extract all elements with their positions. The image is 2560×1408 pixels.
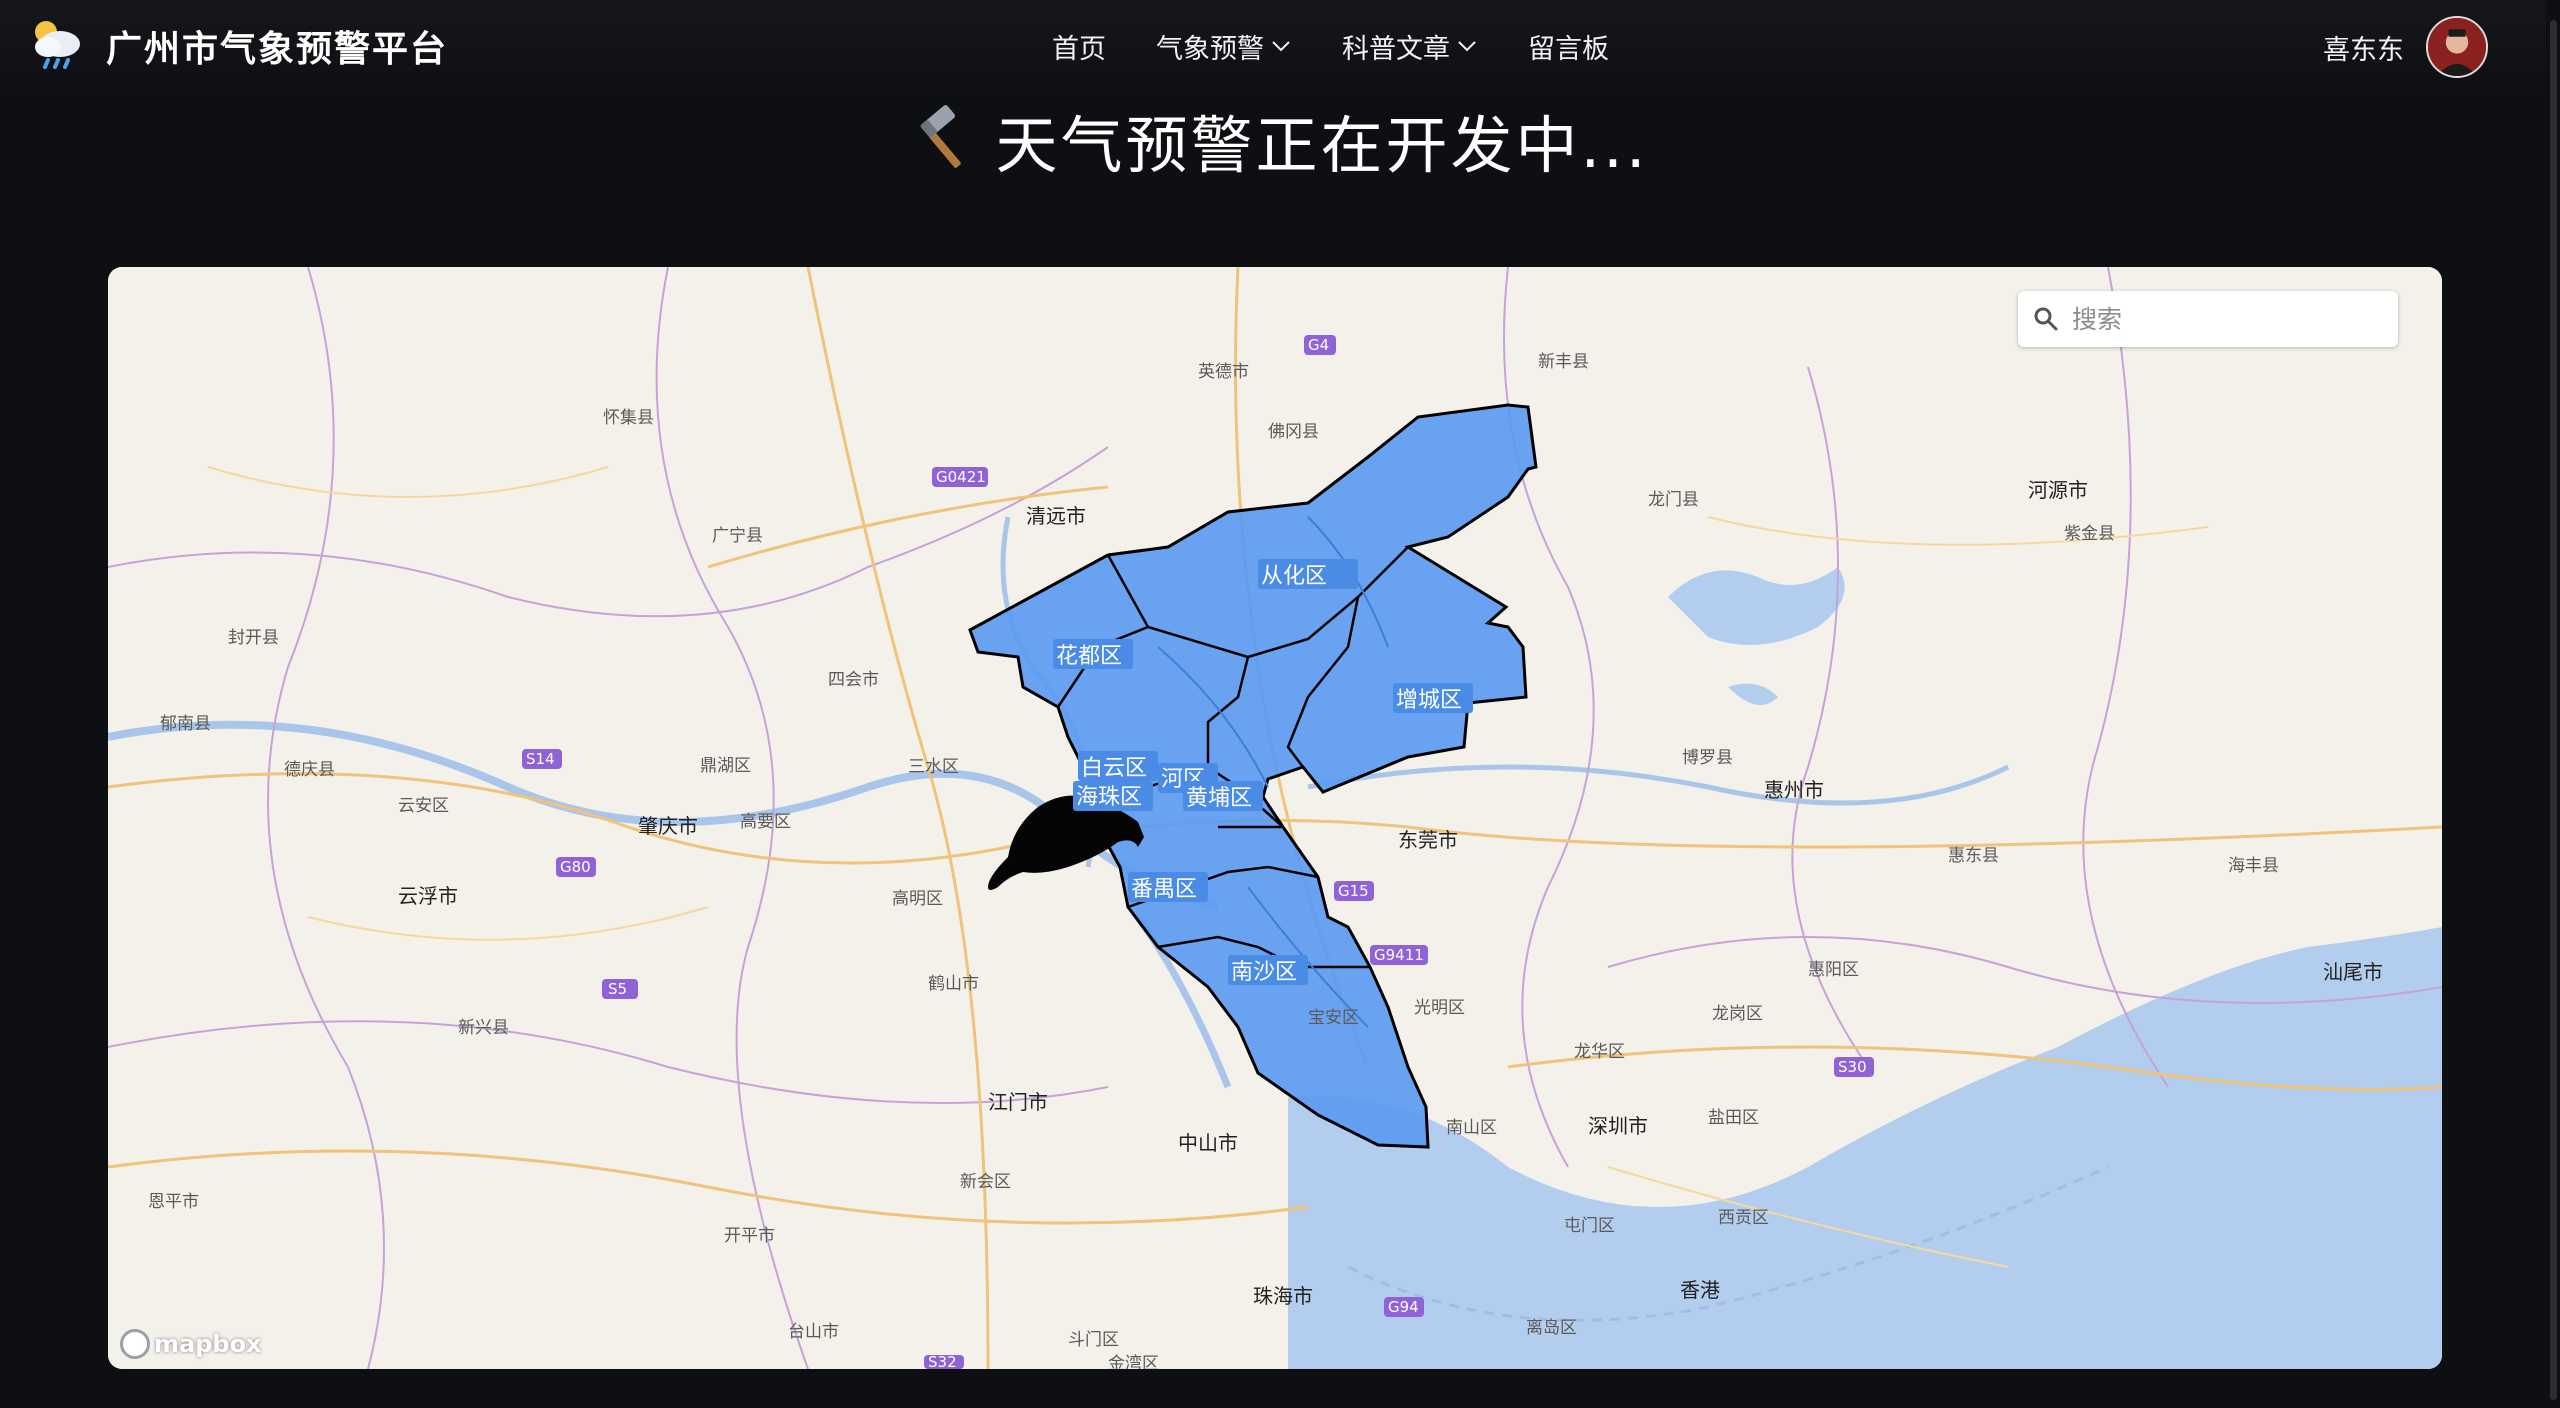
svg-text:龙门县: 龙门县: [1648, 490, 1699, 510]
svg-text:开平市: 开平市: [724, 1226, 775, 1246]
svg-text:西贡区: 西贡区: [1718, 1208, 1769, 1228]
svg-text:龙岗区: 龙岗区: [1712, 1004, 1763, 1024]
svg-text:宝安区: 宝安区: [1308, 1008, 1359, 1028]
svg-text:紫金县: 紫金县: [2064, 524, 2115, 544]
district-label-conghua: 从化区: [1261, 564, 1327, 589]
svg-text:郁南县: 郁南县: [160, 714, 211, 734]
svg-text:鼎湖区: 鼎湖区: [700, 756, 751, 776]
svg-text:香港: 香港: [1680, 1278, 1720, 1302]
map-search[interactable]: [2018, 291, 2398, 347]
svg-text:S32: S32: [928, 1353, 957, 1369]
svg-text:深圳市: 深圳市: [1588, 1114, 1648, 1138]
app-title: 广州市气象预警平台: [106, 29, 449, 70]
svg-text:S30: S30: [1838, 1058, 1867, 1076]
user-name: 喜东东: [2323, 34, 2404, 66]
map-container[interactable]: 从化区 花都区 增城区 白云区 河区 海珠区 黄埔区 番禺区 南沙区 清远市 肇…: [108, 267, 2442, 1369]
svg-text:怀集县: 怀集县: [603, 408, 654, 428]
avatar[interactable]: [2426, 16, 2488, 78]
svg-text:佛冈县: 佛冈县: [1268, 422, 1319, 442]
map-search-input[interactable]: [2072, 304, 2372, 334]
svg-text:清远市: 清远市: [1026, 504, 1086, 528]
district-label-huangpu: 黄埔区: [1186, 786, 1252, 811]
nav-science-articles-label: 科普文章: [1342, 33, 1450, 65]
mapbox-logo-icon: [120, 1329, 150, 1359]
scrollbar[interactable]: [2546, 0, 2560, 1408]
svg-text:三水区: 三水区: [908, 757, 959, 777]
brand[interactable]: 广州市气象预警平台: [26, 12, 448, 80]
svg-text:S14: S14: [526, 750, 555, 768]
chevron-down-icon: [1458, 41, 1476, 52]
svg-text:南山区: 南山区: [1446, 1118, 1497, 1138]
chevron-down-icon: [1272, 41, 1290, 52]
svg-text:G0421: G0421: [936, 468, 986, 486]
svg-text:珠海市: 珠海市: [1253, 1284, 1313, 1308]
svg-text:四会市: 四会市: [828, 670, 879, 690]
svg-text:G15: G15: [1338, 882, 1369, 900]
svg-text:恩平市: 恩平市: [148, 1192, 199, 1212]
svg-text:肇庆市: 肇庆市: [638, 814, 698, 838]
svg-text:惠州市: 惠州市: [1764, 778, 1824, 802]
svg-text:屯门区: 屯门区: [1564, 1216, 1615, 1236]
svg-text:广宁县: 广宁县: [712, 526, 763, 546]
svg-text:G4: G4: [1308, 336, 1329, 354]
svg-text:东莞市: 东莞市: [1398, 828, 1458, 852]
district-label-nansha: 南沙区: [1231, 960, 1297, 985]
page-title: 天气预警正在开发中...: [995, 109, 1649, 182]
district-label-baiyun: 白云区: [1081, 756, 1147, 781]
mapbox-logo-text: mapbox: [154, 1330, 262, 1358]
nav-home-label: 首页: [1052, 33, 1106, 65]
svg-text:德庆县: 德庆县: [284, 760, 335, 780]
svg-text:新会区: 新会区: [960, 1172, 1011, 1192]
svg-text:斗门区: 斗门区: [1068, 1330, 1119, 1350]
svg-text:惠阳区: 惠阳区: [1808, 960, 1859, 980]
svg-text:盐田区: 盐田区: [1708, 1108, 1759, 1128]
svg-text:高要区: 高要区: [740, 812, 791, 832]
district-label-panyu: 番禺区: [1131, 877, 1197, 902]
svg-text:鹤山市: 鹤山市: [928, 974, 979, 994]
avatar-image: [2428, 18, 2486, 76]
svg-text:S5: S5: [608, 980, 627, 998]
svg-text:G94: G94: [1388, 1298, 1419, 1316]
svg-text:台山市: 台山市: [788, 1322, 839, 1342]
svg-text:封开县: 封开县: [228, 628, 279, 648]
svg-text:英德市: 英德市: [1198, 362, 1249, 382]
main-nav: 首页 气象预警 科普文章 留言板: [1052, 22, 1659, 70]
user-menu[interactable]: 喜东东: [2323, 16, 2488, 78]
district-label-haizhu: 海珠区: [1076, 785, 1142, 810]
nav-home[interactable]: 首页: [1052, 27, 1106, 66]
svg-text:光明区: 光明区: [1414, 998, 1465, 1018]
svg-text:龙华区: 龙华区: [1574, 1042, 1625, 1062]
cloud-rain-sun-icon: [35, 21, 80, 69]
nav-science-articles[interactable]: 科普文章: [1342, 27, 1478, 66]
svg-text:河源市: 河源市: [2028, 478, 2088, 502]
svg-text:汕尾市: 汕尾市: [2323, 960, 2383, 984]
page-heading: 天气预警正在开发中...: [0, 100, 2560, 182]
svg-text:惠东县: 惠东县: [1948, 846, 1999, 866]
nav-weather-warning-label: 气象预警: [1156, 33, 1264, 65]
svg-text:新兴县: 新兴县: [458, 1018, 509, 1038]
top-navbar: 广州市气象预警平台 首页 气象预警 科普文章 留言板 喜东东: [0, 0, 2560, 92]
mapbox-logo[interactable]: mapbox: [120, 1329, 262, 1359]
svg-text:金湾区: 金湾区: [1108, 1354, 1159, 1369]
hammer-icon: [921, 105, 962, 168]
svg-text:云安区: 云安区: [398, 796, 449, 816]
svg-text:江门市: 江门市: [988, 1090, 1048, 1114]
district-label-zengcheng: 增城区: [1396, 688, 1462, 713]
svg-text:G9411: G9411: [1374, 946, 1424, 964]
scrollbar-thumb[interactable]: [2550, 20, 2557, 1400]
map-canvas[interactable]: 从化区 花都区 增城区 白云区 河区 海珠区 黄埔区 番禺区 南沙区 清远市 肇…: [108, 267, 2442, 1369]
svg-text:云浮市: 云浮市: [398, 884, 458, 908]
search-icon: [2034, 307, 2058, 331]
svg-text:新丰县: 新丰县: [1538, 352, 1589, 372]
district-label-huadu: 花都区: [1056, 644, 1122, 669]
nav-weather-warning[interactable]: 气象预警: [1156, 27, 1292, 66]
svg-text:海丰县: 海丰县: [2228, 856, 2279, 876]
svg-text:博罗县: 博罗县: [1682, 748, 1733, 768]
nav-message-board[interactable]: 留言板: [1528, 27, 1609, 66]
svg-text:中山市: 中山市: [1178, 1131, 1238, 1155]
nav-message-board-label: 留言板: [1528, 33, 1609, 65]
svg-text:离岛区: 离岛区: [1526, 1318, 1577, 1338]
svg-text:高明区: 高明区: [892, 889, 943, 909]
svg-text:G80: G80: [560, 858, 591, 876]
